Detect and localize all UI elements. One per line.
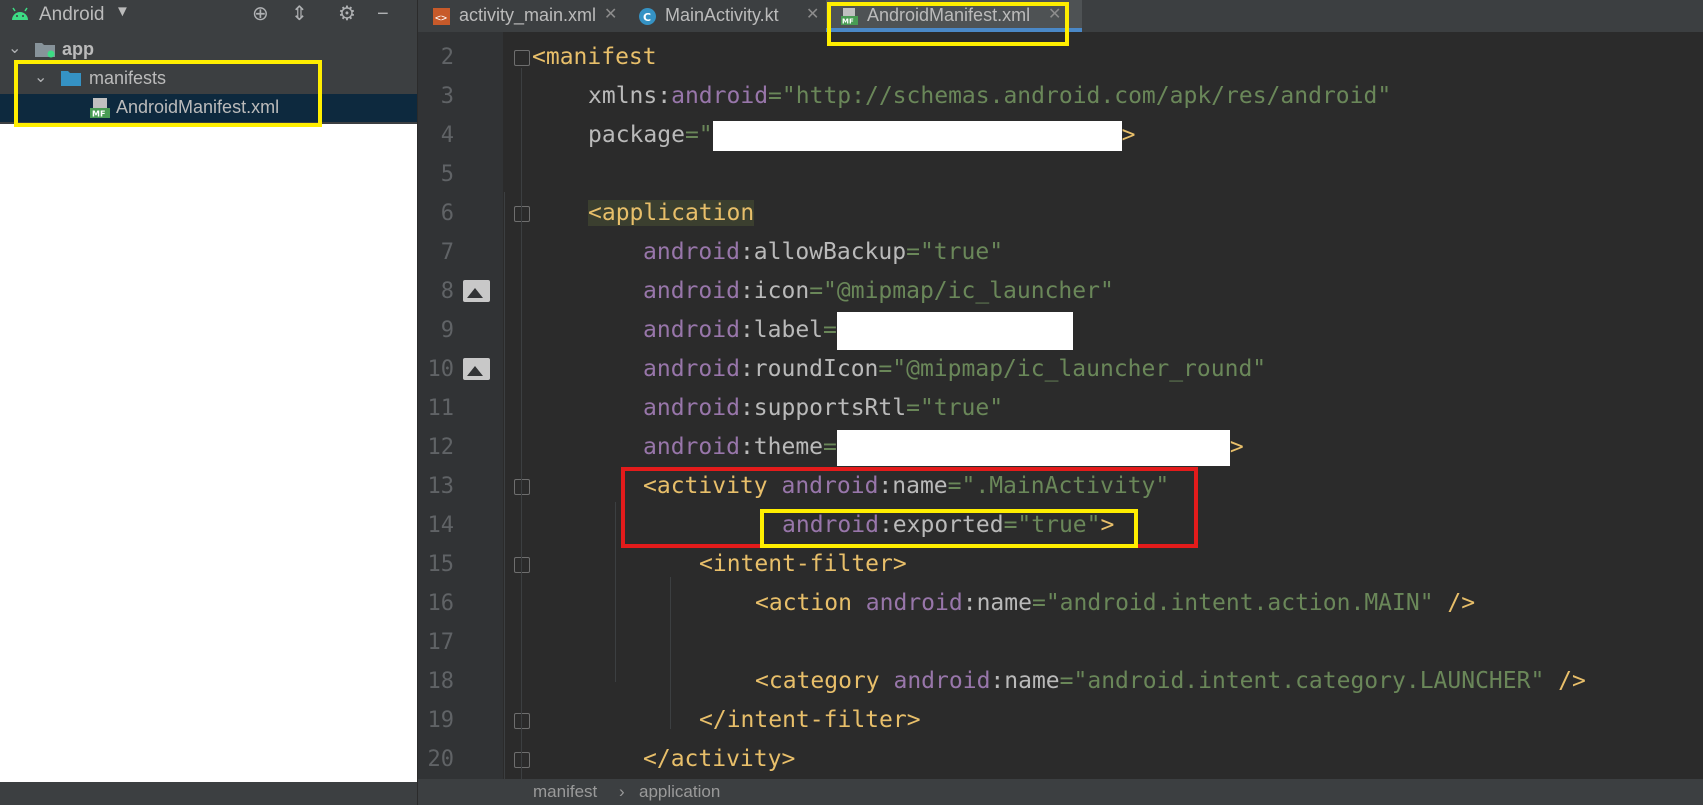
- code-line-8: android:icon="@mipmap/ic_launcher": [643, 278, 1114, 304]
- manifest-file-icon: MF: [90, 98, 110, 119]
- svg-text:C: C: [643, 11, 651, 24]
- code-line-13: <activity android:name=".MainActivity": [643, 473, 1170, 499]
- redacted-value: [836, 311, 1073, 350]
- code-line-11: android:supportsRtl="true": [643, 395, 1004, 421]
- svg-text:MF: MF: [92, 110, 105, 119]
- fold-marker-icon[interactable]: [514, 50, 530, 66]
- line-number: 15: [427, 552, 455, 577]
- xml-layout-icon: <>: [433, 8, 450, 25]
- tree-label-manifest-file: AndroidManifest.xml: [116, 97, 280, 117]
- fold-marker-icon[interactable]: [514, 557, 530, 573]
- editor-gutter: 2 3 4 5 6 7 8 9 10 11 12 13 14 15 16 17 …: [418, 32, 530, 779]
- line-number: 17: [427, 630, 455, 655]
- tab-label: MainActivity.kt: [665, 5, 779, 25]
- module-folder-icon: [35, 43, 55, 58]
- line-number: 20: [427, 747, 455, 772]
- tree-label-manifests: manifests: [89, 68, 167, 88]
- code-line-10: android:roundIcon="@mipmap/ic_launcher_r…: [643, 356, 1267, 382]
- chevron-down-icon[interactable]: ▼: [115, 3, 130, 20]
- fold-marker-icon[interactable]: [514, 206, 530, 222]
- redacted-value: [712, 120, 1122, 151]
- image-resource-icon[interactable]: [463, 358, 490, 380]
- line-number: 14: [427, 513, 455, 538]
- line-number: 9: [440, 318, 454, 343]
- line-number: 16: [427, 591, 455, 616]
- fold-marker-icon[interactable]: [514, 479, 530, 495]
- manifest-file-icon: MF: [841, 8, 858, 26]
- code-line-20: </activity>: [643, 746, 796, 772]
- image-resource-icon[interactable]: [463, 280, 490, 302]
- project-view-selector[interactable]: Android: [39, 4, 105, 26]
- line-number: 4: [440, 123, 454, 148]
- tree-item-manifest-file[interactable]: MF AndroidManifest.xml: [0, 94, 417, 122]
- android-icon: [12, 7, 28, 20]
- breadcrumb: manifest › application: [418, 779, 1703, 805]
- indent-guide: [504, 192, 505, 779]
- tree-label-app: app: [62, 39, 95, 59]
- close-icon[interactable]: ✕: [806, 4, 819, 24]
- close-icon[interactable]: ✕: [1048, 4, 1061, 24]
- line-number: 3: [440, 84, 454, 109]
- line-number: 12: [427, 435, 455, 460]
- code-line-15: <intent-filter>: [699, 551, 907, 577]
- chevron-down-icon[interactable]: ⌄: [34, 67, 47, 87]
- gear-icon[interactable]: ⚙: [338, 3, 356, 25]
- close-icon[interactable]: ✕: [604, 4, 617, 24]
- line-number: 19: [427, 708, 455, 733]
- line-number: 5: [440, 162, 454, 187]
- tree-item-manifests[interactable]: ⌄ manifests: [0, 65, 417, 93]
- line-number: 2: [440, 45, 454, 70]
- indent-guide: [670, 577, 671, 729]
- fold-marker-icon[interactable]: [514, 752, 530, 768]
- editor-tab-bar: <> activity_main.xml ✕ C MainActivity.kt…: [418, 0, 1703, 32]
- line-number: 18: [427, 669, 455, 694]
- code-line-16: <action android:name="android.intent.act…: [755, 590, 1476, 616]
- folder-icon: [61, 71, 81, 86]
- chevron-down-icon[interactable]: ⌄: [8, 38, 21, 58]
- line-number: 11: [427, 396, 455, 421]
- code-line-4: package=" >: [588, 116, 1136, 155]
- line-number: 8: [440, 279, 454, 304]
- svg-text:<>: <>: [435, 13, 447, 24]
- redacted-value: [836, 429, 1230, 466]
- code-line-14: android:exported="true">: [782, 512, 1115, 538]
- panel-footer: [0, 782, 417, 805]
- tab-main-activity[interactable]: C MainActivity.kt ✕: [624, 0, 826, 32]
- code-line-3: xmlns:android="http://schemas.android.co…: [588, 83, 1392, 109]
- project-panel: Android ▼ ⊕ ⇕ ⚙ − ⌄ app ⌄ manifests MF A…: [0, 0, 418, 805]
- tab-android-manifest[interactable]: MF AndroidManifest.xml ✕: [826, 0, 1082, 32]
- line-number: 7: [440, 240, 454, 265]
- indent-guide: [521, 68, 522, 779]
- line-number: 6: [440, 201, 454, 226]
- line-number: 13: [427, 474, 455, 499]
- svg-text:MF: MF: [842, 18, 854, 26]
- code-editor[interactable]: 2 3 4 5 6 7 8 9 10 11 12 13 14 15 16 17 …: [418, 32, 1703, 779]
- tab-label: activity_main.xml: [459, 5, 597, 25]
- code-line-9: android:label=: [643, 311, 1073, 350]
- tab-label: AndroidManifest.xml: [867, 5, 1031, 25]
- code-line-6: <application: [588, 200, 755, 226]
- breadcrumb-item-manifest[interactable]: manifest: [533, 782, 597, 802]
- tab-activity-main[interactable]: <> activity_main.xml ✕: [418, 0, 624, 32]
- line-number: 10: [427, 357, 455, 382]
- chevron-right-icon: ›: [619, 782, 625, 801]
- fold-marker-icon[interactable]: [514, 713, 530, 729]
- code-line-12: android:theme= >: [643, 428, 1244, 467]
- redacted-area: [0, 124, 417, 782]
- code-line-7: android:allowBackup="true": [643, 239, 1004, 265]
- code-line-18: <category android:name="android.intent.c…: [755, 668, 1586, 694]
- code-line-2: <manifest: [532, 44, 657, 70]
- kotlin-class-icon: C: [639, 8, 656, 25]
- project-header: Android ▼ ⊕ ⇕ ⚙ −: [0, 0, 417, 30]
- code-line-19: </intent-filter>: [699, 707, 921, 733]
- locate-target-icon[interactable]: ⊕: [252, 3, 269, 25]
- collapse-all-icon[interactable]: ⇕: [291, 3, 308, 25]
- minimize-icon[interactable]: −: [377, 3, 389, 25]
- breadcrumb-item-application[interactable]: application: [639, 782, 720, 802]
- indent-guide: [615, 502, 616, 682]
- tree-item-app[interactable]: ⌄ app: [0, 36, 417, 64]
